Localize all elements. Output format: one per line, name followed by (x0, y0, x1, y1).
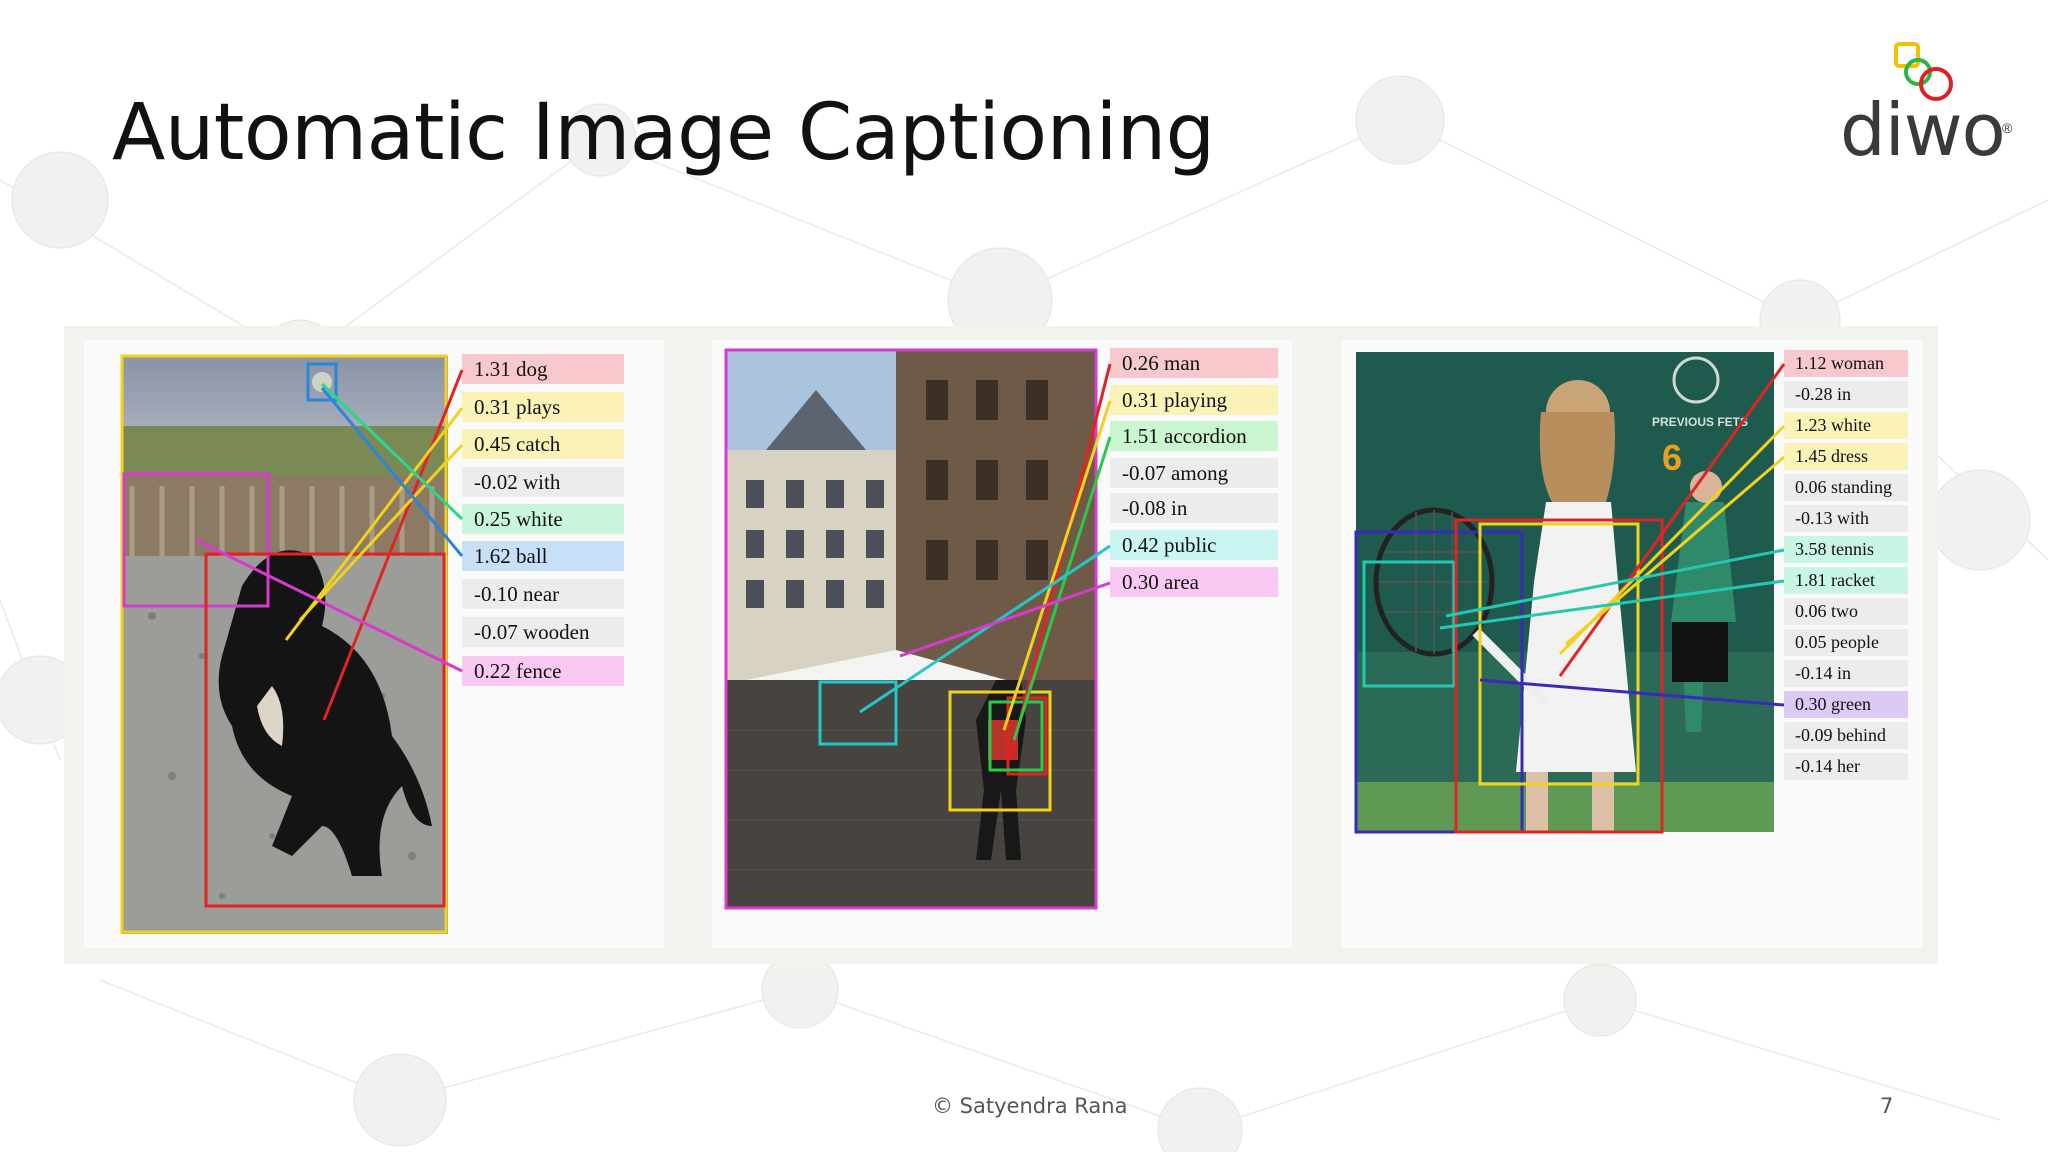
label-item: 1.51 accordion (1110, 421, 1278, 451)
photo-dog (122, 356, 448, 934)
label-item: 1.12 woman (1784, 350, 1908, 377)
label-item: -0.07 among (1110, 458, 1278, 488)
label-item: 3.58 tennis (1784, 536, 1908, 563)
label-item: 0.30 area (1110, 567, 1278, 597)
label-item: -0.08 in (1110, 493, 1278, 523)
label-item: -0.07 wooden (462, 617, 624, 647)
label-item: -0.28 in (1784, 381, 1908, 408)
label-item: 0.06 two (1784, 598, 1908, 625)
label-item: 0.42 public (1110, 530, 1278, 560)
photo-tennis: PREVIOUS FETS 6 (1356, 352, 1774, 832)
page-number: 7 (1880, 1094, 1894, 1118)
label-item: -0.14 her (1784, 753, 1908, 780)
diwo-logo: diwo ® (1838, 36, 2018, 176)
logo-registered-mark: ® (2002, 120, 2013, 136)
photo-street (726, 350, 1096, 908)
label-item: -0.14 in (1784, 660, 1908, 687)
footer-copyright: © Satyendra Rana (932, 1094, 1128, 1118)
label-item: -0.02 with (462, 467, 624, 497)
label-item: 0.25 white (462, 504, 624, 534)
labels-dog: 1.31 dog 0.31 plays 0.45 catch -0.02 wit… (462, 354, 624, 694)
sign-number: 6 (1662, 437, 1682, 478)
label-item: 0.45 catch (462, 429, 624, 459)
logo-wordmark: diwo (1840, 88, 2006, 172)
label-item: -0.13 with (1784, 505, 1908, 532)
label-item: 0.05 people (1784, 629, 1908, 656)
label-item: 1.23 white (1784, 412, 1908, 439)
label-item: 1.45 dress (1784, 443, 1908, 470)
label-item: 1.62 ball (462, 541, 624, 571)
sign-previous-fets: PREVIOUS FETS (1652, 415, 1748, 429)
slide-title: Automatic Image Captioning (112, 88, 1215, 178)
label-item: 0.26 man (1110, 348, 1278, 378)
label-item: 0.31 plays (462, 392, 624, 422)
label-item: 0.06 standing (1784, 474, 1908, 501)
label-item: 0.31 playing (1110, 385, 1278, 415)
label-item: -0.10 near (462, 579, 624, 609)
label-item: 0.22 fence (462, 656, 624, 686)
labels-tennis: 1.12 woman -0.28 in 1.23 white 1.45 dres… (1784, 350, 1908, 790)
label-item: -0.09 behind (1784, 722, 1908, 749)
label-item: 1.81 racket (1784, 567, 1908, 594)
label-item: 1.31 dog (462, 354, 624, 384)
label-item: 0.30 green (1784, 691, 1908, 718)
labels-street: 0.26 man 0.31 playing 1.51 accordion -0.… (1110, 348, 1278, 608)
